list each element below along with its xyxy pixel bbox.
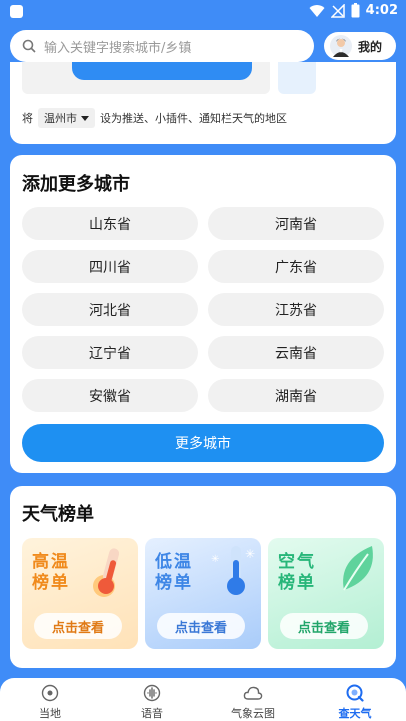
leaf-icon [343,546,373,591]
tab-voice[interactable]: 语音 [112,684,192,721]
location-icon [41,684,59,702]
avatar [330,35,352,57]
mine-button[interactable]: 我的 [324,32,396,60]
air-quality-ranking[interactable]: 空气 榜单 点击查看 [268,538,384,649]
high-temp-line2: 榜单 [32,573,70,593]
thermometer-cold-icon: ✳ ✳ [211,546,255,595]
search-input[interactable]: 输入关键字搜索城市/乡镇 [10,30,314,62]
province-button[interactable]: 辽宁省 [22,336,198,369]
province-button[interactable]: 湖南省 [208,379,384,412]
air-quality-line2: 榜单 [278,573,316,593]
city-select-value: 温州市 [44,112,77,125]
province-button[interactable]: 河南省 [208,207,384,240]
chevron-down-icon [81,115,89,121]
mine-label: 我的 [358,39,383,54]
weather-ranking-card: 天气榜单 高温 榜单 点击查看 低温 榜单 ✳ ✳ 点击查看 空气 榜单 点击查… [10,486,396,668]
setting-suffix: 设为推送、小插件、通知栏天气的地区 [100,112,287,125]
search-icon [22,39,36,53]
search-row: 输入关键字搜索城市/乡镇 我的 [10,30,396,62]
status-bar: 4:02 [0,0,406,24]
province-button[interactable]: 山东省 [22,207,198,240]
wifi-icon [309,4,325,17]
widget-preview [22,62,270,94]
city-select[interactable]: 温州市 [38,108,95,128]
thermometer-hot-icon [93,548,120,597]
province-button[interactable]: 云南省 [208,336,384,369]
cloud-icon [243,686,263,700]
tab-cloud-map[interactable]: 气象云图 [213,684,293,721]
province-button[interactable]: 安徽省 [22,379,198,412]
province-button[interactable]: 四川省 [22,250,198,283]
tab-search-weather-label: 查天气 [338,707,372,720]
push-city-setting: 将 温州市 设为推送、小插件、通知栏天气的地区 [22,108,287,128]
tab-search-weather[interactable]: 查天气 [315,684,395,721]
tab-local-label: 当地 [39,707,61,720]
search-placeholder: 输入关键字搜索城市/乡镇 [44,40,192,56]
battery-icon [351,3,360,18]
high-temp-title: 高温 榜单 [32,552,70,594]
high-temp-view-button[interactable]: 点击查看 [34,613,122,639]
tab-voice-label: 语音 [141,707,163,720]
svg-text:✳: ✳ [245,547,255,561]
clock: 4:02 [365,3,398,18]
add-city-card: 添加更多城市 山东省 河南省 四川省 广东省 河北省 江苏省 辽宁省 云南省 安… [10,155,396,473]
voice-icon [143,684,161,702]
low-temp-line1: 低温 [155,552,193,572]
widget-preview-small [278,62,316,94]
widget-preview-pill [72,62,252,80]
more-cities-button[interactable]: 更多城市 [22,424,384,462]
notification-icon [10,5,23,18]
setting-prefix: 将 [22,112,33,125]
air-quality-title: 空气 榜单 [278,552,316,594]
province-button[interactable]: 河北省 [22,293,198,326]
low-temp-ranking[interactable]: 低温 榜单 ✳ ✳ 点击查看 [145,538,261,649]
no-signal-icon [330,3,345,18]
add-city-title: 添加更多城市 [22,174,130,195]
tab-local[interactable]: 当地 [10,684,90,721]
low-temp-title: 低温 榜单 [155,552,193,594]
low-temp-line2: 榜单 [155,573,193,593]
tab-cloud-map-label: 气象云图 [231,707,275,720]
search-weather-icon [346,684,364,702]
high-temp-line1: 高温 [32,552,70,572]
province-button[interactable]: 广东省 [208,250,384,283]
low-temp-view-button[interactable]: 点击查看 [157,613,245,639]
air-quality-line1: 空气 [278,552,316,572]
high-temp-ranking[interactable]: 高温 榜单 点击查看 [22,538,138,649]
province-button[interactable]: 江苏省 [208,293,384,326]
svg-text:✳: ✳ [211,554,219,565]
push-city-card: 将 温州市 设为推送、小插件、通知栏天气的地区 [10,62,396,144]
ranking-title: 天气榜单 [22,504,94,525]
bottom-tab-bar: 当地 语音 气象云图 查天气 [0,678,406,721]
air-quality-view-button[interactable]: 点击查看 [280,613,368,639]
